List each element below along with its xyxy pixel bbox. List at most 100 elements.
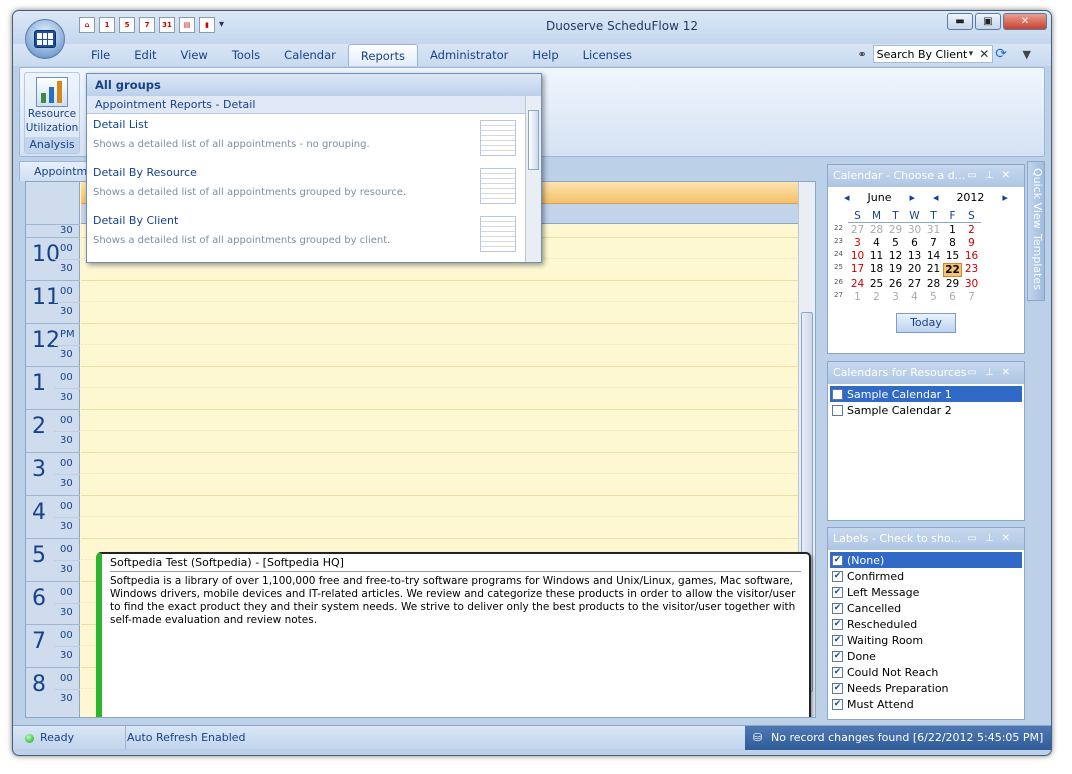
resource-utilization-button[interactable]: Resource Utilization Analysis xyxy=(24,72,80,154)
calendar-day[interactable]: 3 xyxy=(848,237,867,249)
report-detail-list[interactable]: Detail List Shows a detailed list of all… xyxy=(87,114,541,162)
label-item[interactable]: ✔ Must Attend xyxy=(830,696,1022,712)
report-detail-by-client[interactable]: Detail By Client Shows a detailed list o… xyxy=(87,210,541,258)
calendar-day[interactable]: 5 xyxy=(886,237,905,249)
calendar-day[interactable]: 27 xyxy=(848,224,867,236)
close-button[interactable]: ✕ xyxy=(1003,13,1047,30)
calendar-day[interactable]: 4 xyxy=(905,291,924,303)
calendar-day[interactable]: 18 xyxy=(867,263,886,277)
calendar-day[interactable]: 2 xyxy=(962,224,981,236)
menu-edit[interactable]: Edit xyxy=(122,44,168,66)
calendar-day[interactable]: 27 xyxy=(905,278,924,290)
menu-help[interactable]: Help xyxy=(520,44,570,66)
label-item[interactable]: ✔ Cancelled xyxy=(830,600,1022,616)
label-checkbox[interactable]: ✔ xyxy=(832,554,843,566)
label-checkbox[interactable]: ✔ xyxy=(832,602,843,614)
label-checkbox[interactable]: ✔ xyxy=(832,682,843,694)
calendar-day[interactable]: 24 xyxy=(848,278,867,290)
today-button[interactable]: Today xyxy=(896,313,956,333)
label-checkbox[interactable]: ✔ xyxy=(832,666,843,678)
pin-icon[interactable]: ⊥ xyxy=(985,170,1002,181)
label-checkbox[interactable]: ✔ xyxy=(832,650,843,662)
calendar-day[interactable]: 4 xyxy=(867,237,886,249)
year-label[interactable]: 2012 xyxy=(956,191,984,204)
label-checkbox[interactable]: ✔ xyxy=(832,586,843,598)
calendar-day[interactable]: 20 xyxy=(905,263,924,277)
panel-close-icon[interactable]: ✕ xyxy=(1002,170,1018,181)
resource-item[interactable]: Sample Calendar 2 xyxy=(830,402,1022,418)
calendar-day[interactable]: 1 xyxy=(848,291,867,303)
panel-menu-icon[interactable]: ▭ xyxy=(967,533,984,544)
menu-tools[interactable]: Tools xyxy=(220,44,272,66)
panel-close-icon[interactable]: ✕ xyxy=(1002,533,1018,544)
month-label[interactable]: June xyxy=(868,191,892,204)
dropdown-group-header[interactable]: All groups xyxy=(87,74,541,96)
app-menu-button[interactable] xyxy=(25,19,65,59)
search-dropdown-icon[interactable]: ▾ xyxy=(969,49,974,59)
menu-administrator[interactable]: Administrator xyxy=(418,44,520,66)
report-detail-by-resource[interactable]: Detail By Resource Shows a detailed list… xyxy=(87,162,541,210)
menu-file[interactable]: File xyxy=(79,44,122,66)
calendar-day[interactable]: 31 xyxy=(924,224,943,236)
next-month-icon[interactable]: ▸ xyxy=(909,191,915,204)
calendar-day[interactable]: 8 xyxy=(943,237,962,249)
refresh-icon[interactable]: ⟳ xyxy=(995,46,1007,62)
label-checkbox[interactable]: ✔ xyxy=(832,570,843,582)
dropdown-scrollbar-thumb[interactable] xyxy=(528,110,539,170)
calendar-day[interactable]: 28 xyxy=(924,278,943,290)
pin-icon[interactable]: ⊥ xyxy=(985,367,1002,378)
label-item[interactable]: ✔ Left Message xyxy=(830,584,1022,600)
dropdown-scrollbar[interactable] xyxy=(525,96,541,262)
calendar-day[interactable]: 30 xyxy=(905,224,924,236)
filter-icon[interactable]: ▼ xyxy=(1023,48,1031,61)
calendar-day[interactable]: 7 xyxy=(962,291,981,303)
calendar-day[interactable]: 5 xyxy=(924,291,943,303)
calendar-day[interactable]: 14 xyxy=(924,250,943,262)
calendar-day[interactable]: 25 xyxy=(867,278,886,290)
label-item[interactable]: ✔ Confirmed xyxy=(830,568,1022,584)
menu-view[interactable]: View xyxy=(169,44,220,66)
calendar-day[interactable]: 2 xyxy=(867,291,886,303)
menu-licenses[interactable]: Licenses xyxy=(571,44,644,66)
menu-reports[interactable]: Reports xyxy=(347,44,419,66)
resource-checkbox[interactable] xyxy=(832,388,843,400)
calendar-day[interactable]: 6 xyxy=(943,291,962,303)
appointment[interactable]: Softpedia Test (Softpedia) - [Softpedia … xyxy=(96,552,811,717)
prev-month-icon[interactable]: ◂ xyxy=(844,191,850,204)
calendar-day[interactable]: 12 xyxy=(886,250,905,262)
resource-checkbox[interactable] xyxy=(832,404,843,416)
search-by-client-input[interactable]: Search By Client xyxy=(872,45,993,63)
maximize-button[interactable]: ▣ xyxy=(975,13,1001,30)
calendar-day[interactable]: 22 xyxy=(943,263,962,277)
tab-quick-view[interactable]: Quick View xyxy=(1031,168,1044,229)
label-item[interactable]: ✔ Needs Preparation xyxy=(830,680,1022,696)
calendar-day[interactable]: 7 xyxy=(924,237,943,249)
next-year-icon[interactable]: ▸ xyxy=(1002,191,1008,204)
label-item[interactable]: ✔ Rescheduled xyxy=(830,616,1022,632)
menu-calendar[interactable]: Calendar xyxy=(272,44,348,66)
calendar-day[interactable]: 29 xyxy=(943,278,962,290)
label-item[interactable]: ✔ Could Not Reach xyxy=(830,664,1022,680)
resource-item[interactable]: Sample Calendar 1 xyxy=(830,386,1022,402)
tab-templates[interactable]: Templates xyxy=(1031,234,1044,290)
panel-menu-icon[interactable]: ▭ xyxy=(967,367,984,378)
label-item[interactable]: ✔ Done xyxy=(830,648,1022,664)
label-checkbox[interactable]: ✔ xyxy=(832,634,843,646)
label-checkbox[interactable]: ✔ xyxy=(832,618,843,630)
calendar-day[interactable]: 19 xyxy=(886,263,905,277)
search-clear-icon[interactable]: ✕ xyxy=(979,47,989,61)
label-item[interactable]: ✔ (None) xyxy=(830,552,1022,568)
minimize-button[interactable]: ▬ xyxy=(947,13,973,30)
calendar-day[interactable]: 6 xyxy=(905,237,924,249)
calendar-day[interactable]: 1 xyxy=(943,224,962,236)
calendar-day[interactable]: 28 xyxy=(867,224,886,236)
calendar-day[interactable]: 16 xyxy=(962,250,981,262)
calendar-day[interactable]: 23 xyxy=(962,263,981,277)
prev-year-icon[interactable]: ◂ xyxy=(933,191,939,204)
panel-close-icon[interactable]: ✕ xyxy=(1002,367,1018,378)
calendar-day[interactable]: 11 xyxy=(867,250,886,262)
calendar-day[interactable]: 21 xyxy=(924,263,943,277)
calendar-day[interactable]: 9 xyxy=(962,237,981,249)
calendar-day[interactable]: 3 xyxy=(886,291,905,303)
calendar-day[interactable]: 29 xyxy=(886,224,905,236)
